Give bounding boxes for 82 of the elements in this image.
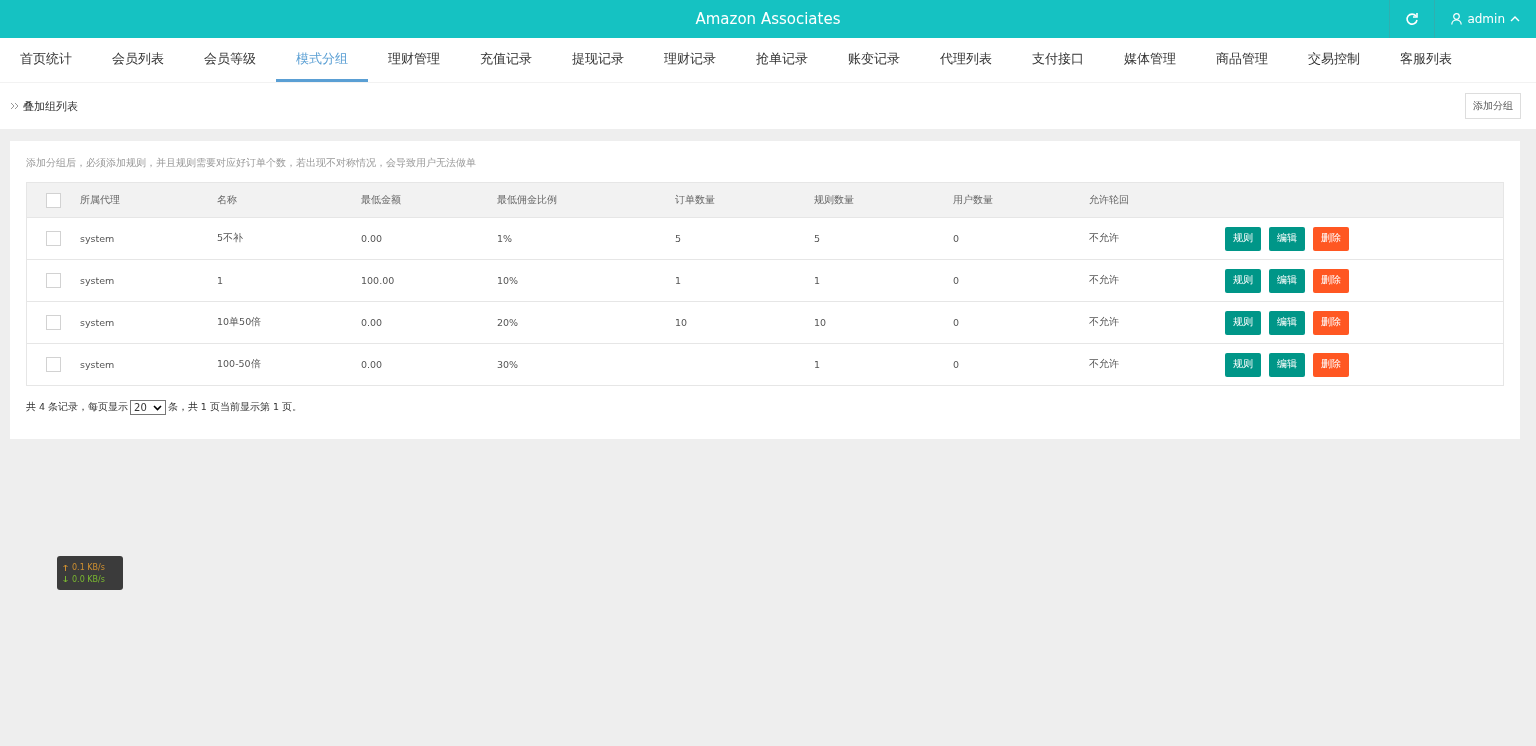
column-header: 订单数量	[675, 193, 715, 205]
nav-tab[interactable]: 支付接口	[1012, 38, 1104, 82]
row-checkbox[interactable]	[45, 315, 61, 330]
table-cell: system	[80, 233, 115, 244]
column-header: 用户数量	[953, 193, 993, 205]
table-cell: system	[80, 317, 115, 328]
table-cell: 不允许	[1089, 232, 1119, 243]
row-checkbox[interactable]	[45, 273, 61, 288]
select-all-checkbox[interactable]	[45, 192, 61, 208]
table-cell: 0	[953, 275, 960, 286]
user-icon	[1451, 13, 1463, 25]
column-header: 允许轮回	[1089, 193, 1129, 205]
nav-tab[interactable]: 商品管理	[1196, 38, 1288, 82]
table-cell: 10	[814, 317, 827, 328]
edit-button[interactable]: 编辑	[1269, 352, 1305, 377]
download-speed: 0.0 KB/s	[72, 574, 105, 584]
table-cell: 不允许	[1089, 274, 1119, 285]
nav-tab[interactable]: 会员等级	[184, 38, 276, 82]
hint-text: 添加分组后，必须添加规则，并且规则需要对应好订单个数，若出现不对称情况，会导致用户无法做单	[26, 157, 477, 170]
table-cell: system	[80, 275, 115, 286]
caret-down-icon	[152, 404, 162, 411]
table-cell: 10	[675, 317, 688, 328]
column-header: 规则数量	[814, 193, 854, 205]
table-cell: 5不补	[217, 232, 244, 243]
caret-up-icon	[1510, 16, 1520, 22]
row-checkbox[interactable]	[45, 231, 61, 246]
row-checkbox[interactable]	[45, 357, 61, 372]
table-cell: 0.00	[361, 317, 383, 328]
table-cell: 100.00	[361, 275, 395, 286]
table-cell: 10单50倍	[217, 316, 262, 327]
edit-button[interactable]: 编辑	[1269, 226, 1305, 251]
upload-speed: 0.1 KB/s	[72, 562, 105, 572]
table-cell: 0.00	[361, 233, 383, 244]
table-cell: 1	[675, 275, 682, 286]
breadcrumb-title: 叠加组列表	[23, 98, 78, 114]
nav-tab[interactable]: 交易控制	[1288, 38, 1380, 82]
pagination-text: 共 4 条记录，每页显示	[26, 401, 129, 414]
nav-tab[interactable]: 理财管理	[368, 38, 460, 82]
nav-tab[interactable]: 提现记录	[552, 38, 644, 82]
rule-button[interactable]: 规则	[1225, 268, 1261, 293]
table-cell: 不允许	[1089, 316, 1119, 327]
upload-arrow-icon	[63, 563, 68, 571]
table-cell: 5	[675, 233, 682, 244]
table-cell: 1%	[497, 233, 513, 244]
table-cell: 100-50倍	[217, 358, 261, 369]
nav-tab[interactable]: 客服列表	[1380, 38, 1472, 82]
rule-button[interactable]: 规则	[1225, 226, 1261, 251]
nav-tab[interactable]: 首页统计	[0, 38, 92, 82]
table-cell: 5	[814, 233, 821, 244]
page-size-select[interactable]: 20	[130, 400, 166, 415]
column-header: 所属代理	[80, 193, 120, 205]
download-arrow-icon	[63, 575, 68, 583]
nav-tab[interactable]: 抢单记录	[736, 38, 828, 82]
nav-tab[interactable]: 理财记录	[644, 38, 736, 82]
nav-tab[interactable]: 会员列表	[92, 38, 184, 82]
app-title: Amazon Associates	[695, 10, 841, 28]
nav-tab[interactable]: 媒体管理	[1104, 38, 1196, 82]
column-header: 最低金额	[361, 193, 401, 205]
edit-button[interactable]: 编辑	[1269, 310, 1305, 335]
table-cell: system	[80, 359, 115, 370]
pagination-text: 条，共 1 页当前显示第 1 页。	[167, 401, 302, 414]
table-cell: 0	[953, 233, 960, 244]
table-cell: 1	[217, 275, 224, 286]
table-cell: 0.00	[361, 359, 383, 370]
nav-tab[interactable]: 代理列表	[920, 38, 1012, 82]
add-group-button[interactable]: 添加分组	[1465, 93, 1521, 119]
double-chevron-icon	[10, 102, 19, 110]
rule-button[interactable]: 规则	[1225, 352, 1261, 377]
table-cell: 20%	[497, 317, 519, 328]
nav-tab[interactable]: 充值记录	[460, 38, 552, 82]
table-cell: 10%	[497, 275, 519, 286]
table-cell: 30%	[497, 359, 519, 370]
table-cell: 1	[814, 359, 821, 370]
table-cell: 1	[814, 275, 821, 286]
table-cell: 0	[953, 359, 960, 370]
nav-tab[interactable]: 账变记录	[828, 38, 920, 82]
column-header: 名称	[217, 193, 237, 205]
column-header: 最低佣金比例	[497, 193, 557, 205]
table-cell: 0	[953, 317, 960, 328]
table-cell: 不允许	[1089, 358, 1119, 369]
edit-button[interactable]: 编辑	[1269, 268, 1305, 293]
rule-button[interactable]: 规则	[1225, 310, 1261, 335]
